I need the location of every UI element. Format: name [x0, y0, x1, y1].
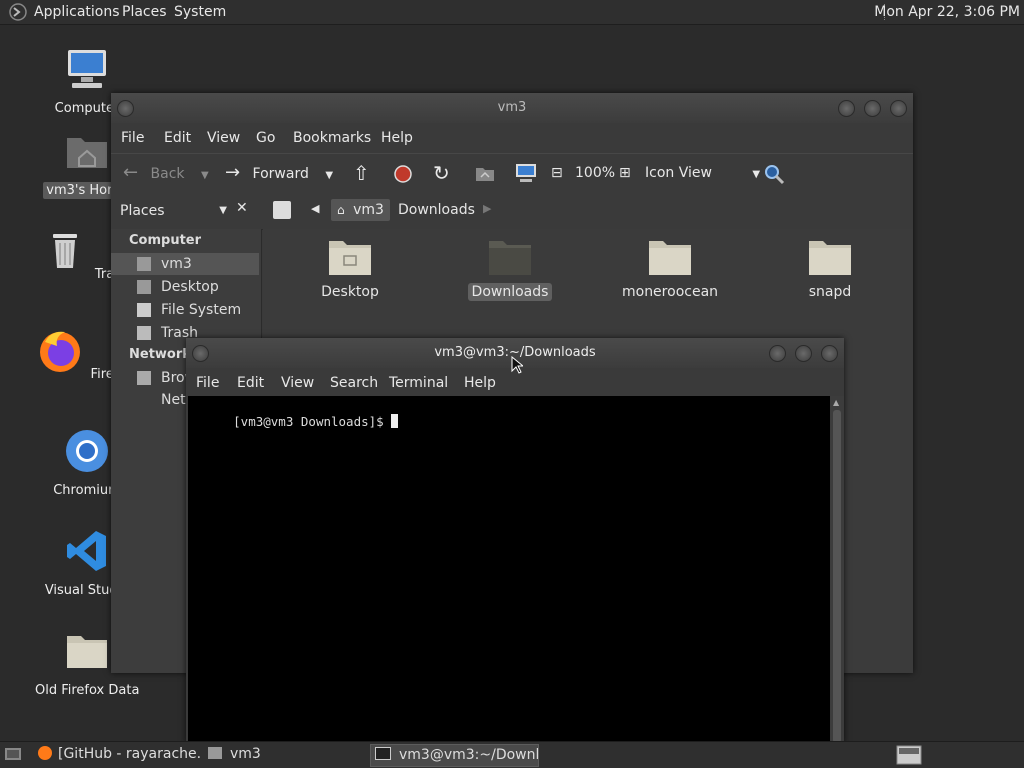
task-file-manager[interactable]: vm3: [204, 744, 364, 765]
file-manager-toolbar: ← Back ▼ → Forward ▼ ⇧ ↻ ⊟ 100% ⊞ Icon V…: [111, 153, 913, 192]
home-folder-icon: [208, 747, 222, 759]
menu-edit[interactable]: Edit: [164, 124, 191, 152]
chevron-down-icon: ▼: [325, 170, 334, 181]
breadcrumb-vm3[interactable]: ⌂ vm3: [331, 199, 390, 221]
scroll-up-icon[interactable]: ▲: [833, 398, 839, 407]
minimize-button[interactable]: [838, 100, 855, 117]
network-icon: [137, 371, 151, 385]
menu-help[interactable]: Help: [381, 124, 413, 152]
chromium-icon: [66, 430, 108, 472]
folder-icon: [649, 241, 691, 275]
menu-file[interactable]: File: [196, 369, 219, 397]
folder-icon: [67, 636, 107, 668]
folder-open-icon: [489, 241, 531, 275]
terminal-scrollbar[interactable]: ▲: [830, 396, 844, 743]
vscode-icon: [67, 531, 106, 571]
menu-bookmarks[interactable]: Bookmarks: [293, 124, 371, 152]
close-button[interactable]: [890, 100, 907, 117]
folder-icon: [329, 241, 371, 275]
chevron-down-icon: ▼: [752, 169, 761, 180]
clock[interactable]: Mon Apr 22, 3:06 PM: [874, 0, 1020, 24]
breadcrumb-downloads[interactable]: Downloads: [398, 199, 475, 221]
home-folder-icon: [67, 138, 107, 168]
mouse-pointer-icon: [511, 356, 523, 374]
file-item-snapd[interactable]: snapd: [760, 235, 900, 301]
bottom-panel: [GitHub - rayarache... vm3 vm3@vm3:~/Dow…: [0, 741, 1024, 768]
file-manager-titlebar[interactable]: vm3: [111, 93, 913, 123]
chevron-right-icon[interactable]: ▶: [483, 202, 491, 215]
maximize-button[interactable]: [864, 100, 881, 117]
trash-icon: [52, 234, 77, 268]
chevron-down-icon: ▼: [201, 170, 209, 181]
menu-edit[interactable]: Edit: [237, 369, 264, 397]
firefox-icon: [38, 746, 52, 760]
window-title: vm3: [497, 100, 527, 115]
folder-icon: [809, 241, 851, 275]
sidebar-header-network: Network: [129, 347, 191, 362]
up-arrow-icon[interactable]: ⇧: [353, 154, 370, 192]
chevron-down-icon: ▼: [219, 205, 227, 216]
chevron-left-icon[interactable]: ◀: [311, 202, 319, 215]
firefox-icon: [40, 331, 81, 372]
back-arrow-icon: ←: [123, 162, 139, 183]
menu-file[interactable]: File: [121, 124, 144, 152]
minimize-button[interactable]: [769, 345, 786, 362]
sidebar-header-computer: Computer: [129, 233, 202, 248]
edit-location-icon[interactable]: [273, 201, 291, 219]
scrollbar-thumb[interactable]: [833, 410, 841, 743]
forward-button[interactable]: → Forward ▼: [225, 154, 333, 192]
show-desktop-icon[interactable]: [4, 746, 22, 762]
computer-icon: [68, 50, 106, 88]
zoom-level: 100%: [575, 165, 616, 181]
top-panel: Applications Places System Mon Apr 22, 3…: [0, 0, 1024, 25]
sidebar-item-file-system[interactable]: File System: [111, 299, 259, 321]
menu-go[interactable]: Go: [256, 124, 275, 152]
terminal-window: vm3@vm3:~/Downloads File Edit View Searc…: [186, 338, 844, 743]
sidebar-item-desktop[interactable]: Desktop: [111, 276, 259, 298]
location-bar: Places ▼ ✕ ◀ ⌂ vm3 Downloads ▶: [111, 193, 913, 230]
home-icon: ⌂: [337, 203, 345, 217]
terminal-cursor: [391, 414, 399, 428]
file-item-moneroocean[interactable]: moneroocean: [600, 235, 740, 301]
home-icon[interactable]: [475, 164, 495, 182]
reload-icon[interactable]: ↻: [433, 154, 450, 192]
sidebar-item-vm3[interactable]: vm3: [111, 253, 259, 275]
zoom-in-icon[interactable]: ⊞: [619, 154, 631, 192]
computer-icon[interactable]: [515, 163, 537, 183]
file-item-downloads[interactable]: Downloads: [440, 235, 580, 301]
menu-view[interactable]: View: [207, 124, 240, 152]
menu-terminal[interactable]: Terminal: [389, 369, 448, 397]
mate-logo-icon[interactable]: [8, 3, 28, 21]
menu-view[interactable]: View: [281, 369, 314, 397]
view-mode-selector[interactable]: Icon View ▼: [645, 154, 760, 192]
search-icon[interactable]: [763, 163, 785, 185]
menu-help[interactable]: Help: [464, 369, 496, 397]
back-button[interactable]: ← Back ▼: [123, 154, 209, 192]
zoom-out-icon[interactable]: ⊟: [551, 154, 563, 192]
terminal-output[interactable]: [vm3@vm3 Downloads]$: [188, 396, 830, 743]
desktop-icon-label: Old Firefox Data: [35, 683, 140, 698]
workspace-switcher-icon[interactable]: [896, 745, 922, 765]
trash-icon: [137, 326, 151, 340]
maximize-button[interactable]: [795, 345, 812, 362]
close-side-pane-icon[interactable]: ✕: [236, 200, 248, 216]
file-item-desktop[interactable]: Desktop: [280, 235, 420, 301]
close-button[interactable]: [821, 345, 838, 362]
home-icon: [137, 257, 151, 271]
menu-search[interactable]: Search: [330, 369, 378, 397]
drive-icon: [137, 303, 151, 317]
file-manager-menubar: File Edit View Go Bookmarks Help: [111, 124, 913, 152]
desktop-folder-icon: [137, 280, 151, 294]
applications-menu[interactable]: Applications: [34, 0, 120, 24]
terminal-prompt: [vm3@vm3 Downloads]$: [233, 414, 392, 429]
system-menu[interactable]: System: [174, 0, 226, 24]
forward-arrow-icon: →: [225, 162, 241, 183]
terminal-icon: [375, 747, 391, 760]
task-terminal[interactable]: vm3@vm3:~/Downl...: [370, 744, 539, 767]
places-menu[interactable]: Places: [122, 0, 167, 24]
task-github-firefox[interactable]: [GitHub - rayarache...: [32, 744, 200, 765]
stop-icon[interactable]: [393, 164, 413, 184]
